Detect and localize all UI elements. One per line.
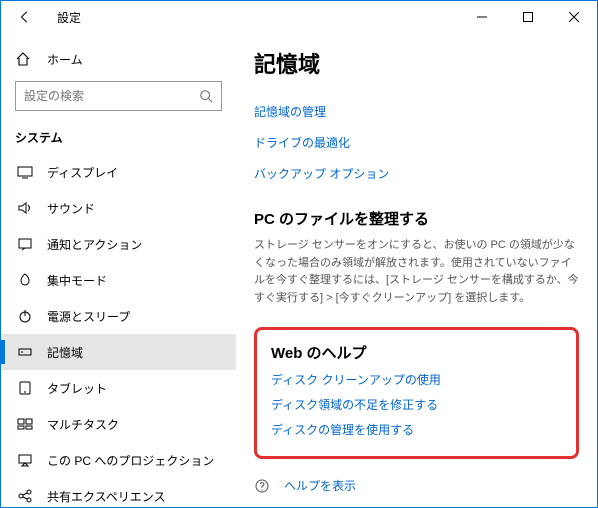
sidebar-item-label: マルチタスク (47, 416, 119, 433)
display-icon (15, 164, 35, 180)
home-label: ホーム (47, 51, 83, 68)
sidebar-item-sound[interactable]: サウンド (1, 190, 236, 226)
sidebar-item-power[interactable]: 電源とスリープ (1, 298, 236, 334)
sidebar-item-notifications[interactable]: 通知とアクション (1, 226, 236, 262)
search-input[interactable] (24, 89, 199, 103)
sidebar-item-label: 集中モード (47, 272, 107, 289)
sidebar-item-label: この PC へのプロジェクション (47, 452, 214, 469)
back-button[interactable] (9, 1, 41, 33)
projection-icon (15, 452, 35, 468)
link-show-help[interactable]: ヘルプを表示 (284, 477, 356, 494)
search-icon (199, 89, 213, 103)
sidebar: ホーム システム ディスプレイ サウンド 通知とアクション 集中モード 電源とス… (1, 33, 236, 507)
sidebar-item-focus[interactable]: 集中モード (1, 262, 236, 298)
maximize-button[interactable] (505, 1, 551, 33)
focus-icon (15, 272, 35, 288)
help-icon (254, 478, 274, 494)
sidebar-item-label: 電源とスリープ (47, 308, 130, 325)
sidebar-item-tablet[interactable]: タブレット (1, 370, 236, 406)
link-storage-manage[interactable]: 記憶域の管理 (254, 103, 579, 120)
power-icon (15, 308, 35, 324)
organize-title: PC のファイルを整理する (254, 208, 579, 229)
minimize-icon (477, 12, 487, 22)
sidebar-item-label: 共有エクスペリエンス (47, 488, 166, 505)
page-title: 記憶域 (254, 47, 579, 79)
arrow-left-icon (18, 10, 32, 24)
sidebar-item-multitask[interactable]: マルチタスク (1, 406, 236, 442)
group-label: システム (1, 119, 236, 154)
sidebar-item-label: ディスプレイ (47, 164, 118, 181)
help-link-disk-cleanup[interactable]: ディスク クリーンアップの使用 (271, 371, 562, 388)
sound-icon (15, 200, 35, 216)
organize-description: ストレージ センサーをオンにすると、お使いの PC の領域が少なくなった場合のみ… (254, 237, 579, 307)
link-backup-options[interactable]: バックアップ オプション (254, 165, 579, 182)
notification-icon (15, 236, 35, 252)
home-link[interactable]: ホーム (1, 41, 236, 77)
link-drive-optimize[interactable]: ドライブの最適化 (254, 134, 579, 151)
storage-links: 記憶域の管理 ドライブの最適化 バックアップ オプション (254, 103, 579, 182)
help-link-disk-management[interactable]: ディスクの管理を使用する (271, 421, 562, 438)
tablet-icon (15, 380, 35, 396)
link-send-feedback[interactable]: フィードバックの送信 (284, 506, 404, 507)
storage-icon (15, 344, 35, 360)
multitask-icon (15, 416, 35, 432)
window-controls (459, 1, 597, 33)
sidebar-item-storage[interactable]: 記憶域 (1, 334, 236, 370)
web-help-box: Web のヘルプ ディスク クリーンアップの使用 ディスク領域の不足を修正する … (254, 327, 579, 459)
close-icon (569, 12, 579, 22)
sidebar-item-label: 通知とアクション (47, 236, 142, 253)
titlebar: 設定 (1, 1, 597, 33)
search-box[interactable] (15, 81, 222, 111)
sidebar-item-display[interactable]: ディスプレイ (1, 154, 236, 190)
home-icon (15, 51, 35, 67)
maximize-icon (523, 12, 533, 22)
footer-links: ヘルプを表示 フィードバックの送信 (254, 477, 579, 507)
help-link-fix-low-disk[interactable]: ディスク領域の不足を修正する (271, 396, 562, 413)
sidebar-item-label: タブレット (47, 380, 107, 397)
sidebar-item-label: サウンド (47, 200, 95, 217)
window-title: 設定 (57, 9, 81, 26)
share-icon (15, 488, 35, 504)
close-button[interactable] (551, 1, 597, 33)
sidebar-item-label: 記憶域 (47, 344, 83, 361)
minimize-button[interactable] (459, 1, 505, 33)
main-content: 記憶域 記憶域の管理 ドライブの最適化 バックアップ オプション PC のファイ… (236, 33, 597, 507)
help-title: Web のヘルプ (271, 342, 562, 363)
sidebar-item-shared[interactable]: 共有エクスペリエンス (1, 478, 236, 507)
sidebar-item-projection[interactable]: この PC へのプロジェクション (1, 442, 236, 478)
